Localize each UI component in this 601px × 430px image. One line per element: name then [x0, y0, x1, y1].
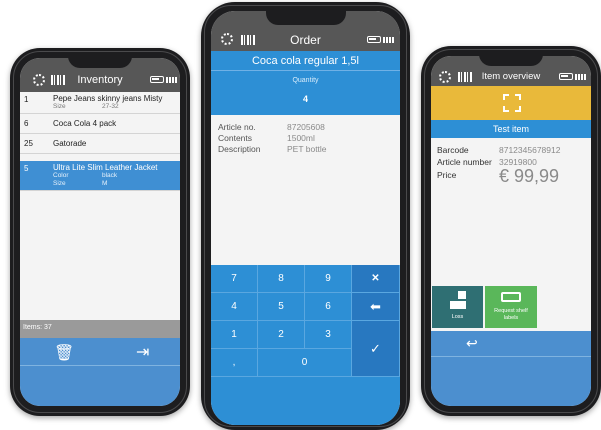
detail-label: Price — [437, 170, 457, 180]
item-quantity: 5 — [24, 164, 29, 173]
key-7[interactable]: 7 — [211, 265, 258, 293]
clear-key[interactable]: ✕ — [352, 265, 400, 293]
footer-toolbar: ↩ — [431, 331, 591, 357]
detail-value: 8712345678912 — [499, 145, 561, 155]
attr-value: black — [102, 172, 118, 179]
detail-label: Article no. — [218, 122, 256, 132]
key-1[interactable]: 1 — [211, 321, 258, 349]
inventory-footer: 🗑 ⇥ — [20, 338, 180, 406]
key-4[interactable]: 4 — [211, 293, 258, 321]
list-item-selected[interactable]: 5 Ultra Lite Slim Leather Jacket Color b… — [20, 161, 180, 191]
loss-label: Loss — [451, 314, 464, 320]
items-count: Items: 37 — [23, 324, 52, 331]
attr-label: Color — [53, 172, 69, 179]
list-item[interactable]: 1 Pepe Jeans skinny jeans Misty Size 27-… — [20, 92, 180, 114]
key-2[interactable]: 2 — [258, 321, 305, 349]
detail-label: Article number — [437, 157, 492, 167]
list-item[interactable]: 25 Gatorade — [20, 134, 180, 154]
trash-icon[interactable]: 🗑 — [54, 343, 74, 363]
order-details: Article no. 87205608 Contents 1500ml Des… — [211, 115, 400, 265]
key-8[interactable]: 8 — [258, 265, 305, 293]
request-shelf-labels-tile[interactable]: Request shelf labels — [485, 286, 537, 328]
scan-frame-icon — [503, 94, 521, 112]
quantity-panel[interactable]: Quantity 4 — [211, 71, 400, 115]
detail-label: Contents — [218, 133, 253, 143]
signal-icon — [166, 77, 178, 83]
notch — [479, 56, 543, 66]
item-name: Ultra Lite Slim Leather Jacket — [53, 163, 158, 172]
key-6[interactable]: 6 — [305, 293, 352, 321]
order-screen: Order Coca cola regular 1,5l Quantity 4 … — [211, 11, 400, 425]
detail-label: Description — [218, 144, 261, 154]
item-name: Gatorade — [53, 139, 87, 148]
loss-icon — [450, 291, 466, 309]
scan-button[interactable] — [431, 86, 591, 120]
overview-footer: ↩ — [431, 331, 591, 406]
item-quantity: 6 — [24, 119, 29, 128]
item-name: Coca Cola 4 pack — [53, 119, 117, 128]
phone-item-overview: Item overview Test item Barcode 87123456… — [421, 46, 601, 416]
quantity-label: Quantity — [292, 77, 319, 84]
attr-label: Size — [53, 180, 66, 187]
battery-icon — [150, 76, 164, 83]
list-item[interactable]: 6 Coca Cola 4 pack — [20, 114, 180, 134]
phone-order: Order Coca cola regular 1,5l Quantity 4 … — [201, 2, 410, 430]
item-name-bar: Test item — [431, 120, 591, 138]
key-9[interactable]: 9 — [305, 265, 352, 293]
keypad: 7 8 9 ✕ 4 5 6 ⬅ 1 2 3 ✓ , 0 — [211, 265, 400, 425]
detail-label: Barcode — [437, 145, 469, 155]
attr-value: 27-32 — [102, 103, 119, 110]
product-name: Coca cola regular 1,5l — [251, 55, 359, 67]
item-name: Test item — [492, 124, 529, 134]
phone-inventory: Inventory 1 Pepe Jeans skinny jeans Mist… — [10, 48, 190, 416]
attr-label: Size — [53, 103, 66, 110]
backspace-key[interactable]: ⬅ — [352, 293, 400, 321]
notch — [266, 11, 346, 25]
price-value: € 99,99 — [499, 166, 560, 186]
loss-tile[interactable]: Loss — [432, 286, 483, 328]
detail-value: 87205608 — [287, 122, 325, 132]
exit-door-icon[interactable]: ⇥ — [136, 342, 149, 362]
key-5[interactable]: 5 — [258, 293, 305, 321]
key-0[interactable]: 0 — [258, 349, 352, 377]
item-quantity: 25 — [24, 139, 33, 148]
items-count-bar: Items: 37 — [20, 320, 180, 338]
product-name-bar: Coca cola regular 1,5l — [211, 51, 400, 71]
notch — [68, 58, 132, 68]
item-quantity: 1 — [24, 95, 29, 104]
detail-value: 1500ml — [287, 133, 315, 143]
overview-screen: Item overview Test item Barcode 87123456… — [431, 56, 591, 406]
detail-value: PET bottle — [287, 144, 327, 154]
key-3[interactable]: 3 — [305, 321, 352, 349]
item-name: Pepe Jeans skinny jeans Misty — [53, 94, 163, 103]
inventory-screen: Inventory 1 Pepe Jeans skinny jeans Mist… — [20, 58, 180, 406]
attr-value: M — [102, 180, 108, 187]
quantity-value: 4 — [302, 94, 308, 104]
request-shelf-labels-label: Request shelf labels — [494, 308, 528, 321]
signal-icon — [383, 37, 395, 43]
decimal-key[interactable]: , — [211, 349, 258, 377]
battery-icon — [367, 36, 381, 43]
battery-icon — [559, 73, 573, 80]
footer-toolbar: 🗑 ⇥ — [20, 338, 180, 366]
label-printer-icon — [501, 292, 521, 302]
back-arrow-icon[interactable]: ↩ — [466, 335, 478, 352]
confirm-key[interactable]: ✓ — [352, 321, 400, 377]
signal-icon — [575, 74, 587, 80]
